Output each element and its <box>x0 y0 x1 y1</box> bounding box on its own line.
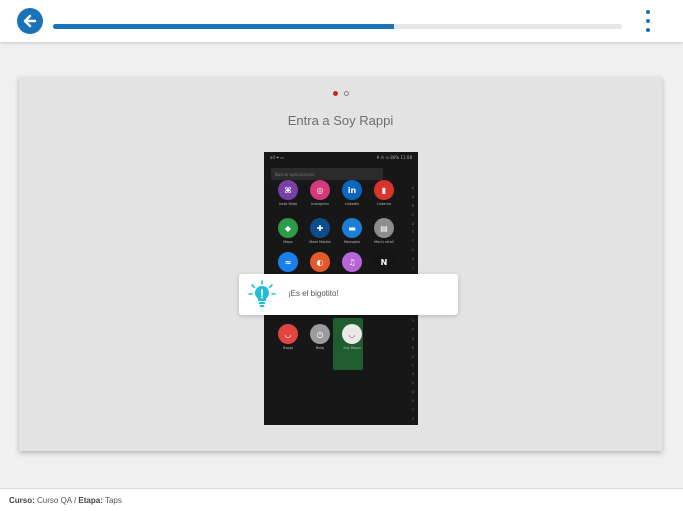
app-label: Linterna <box>376 202 392 206</box>
app-glyph-icon: ♫ <box>342 252 362 272</box>
app-icon-mensajes[interactable]: ▬ Mensajes <box>338 218 366 244</box>
app-glyph-icon: ▬ <box>342 218 362 238</box>
app-label: Meet Mobile <box>309 240 331 244</box>
stage-value: Taps <box>104 496 122 505</box>
alphabet-letter: U <box>411 372 415 377</box>
app-label: Instagram <box>311 202 329 206</box>
app-icon-linkedin[interactable]: in Linkedin <box>338 180 366 206</box>
app-glyph-icon: ✚ <box>310 218 330 238</box>
app-icon-meet-mobile[interactable]: ✚ Meet Mobile <box>306 218 334 244</box>
progress-bar-fill <box>53 24 395 29</box>
breadcrumb: Curso: Curso QA / Etapa: Taps <box>9 496 122 505</box>
app-label: Insta Moto <box>278 202 298 206</box>
alphabet-letter: O <box>411 319 415 324</box>
slide-title: Entra a Soy Rappi <box>287 113 394 128</box>
phone-status-bar: all ⏷ ▭ ¥ ⁂ ⊙ 80% 11:08 <box>264 152 418 163</box>
alphabet-letter: G <box>411 248 415 253</box>
app-glyph-icon: ▮ <box>374 180 394 200</box>
alphabet-letter: Y <box>411 407 415 412</box>
carousel-dot[interactable] <box>343 91 349 96</box>
status-right: ¥ ⁂ ⊙ 80% 11:08 <box>376 155 412 160</box>
app-glyph-icon: ▤ <box>374 218 394 238</box>
alphabet-letter: A <box>411 194 415 199</box>
back-button[interactable] <box>17 8 43 34</box>
footer: Curso: Curso QA / Etapa: Taps <box>0 488 683 511</box>
alphabet-letter: E <box>411 230 415 235</box>
alphabet-letter: H <box>411 257 415 261</box>
course-value: Curso QA <box>37 496 72 505</box>
app-glyph-icon: ◐ <box>310 252 330 272</box>
app-label: Reloj <box>315 346 325 350</box>
lightbulb-icon <box>248 280 276 307</box>
alphabet-letter: F <box>411 239 414 244</box>
tooltip-text: ¡Es el bigotito! <box>288 289 339 298</box>
app-icon-maps[interactable]: ◆ Maps <box>274 218 302 244</box>
status-left: all ⏷ ▭ <box>270 155 285 160</box>
app-icon-rappi[interactable]: ◡ Rappi <box>274 324 302 350</box>
app-glyph-icon: ◎ <box>310 180 330 200</box>
alphabet-letter: W <box>411 390 415 395</box>
alphabet-letter: C <box>411 212 415 217</box>
slide-card: Entra a Soy Rappi all ⏷ ▭ ¥ ⁂ ⊙ 80% 11:0… <box>19 77 662 451</box>
app-icon-insta-moto[interactable]: ⌘ Insta Moto <box>274 180 302 206</box>
app-glyph-icon: ◷ <box>310 324 330 344</box>
alphabet-letter: S <box>411 354 415 359</box>
alphabet-letter: X <box>411 399 415 403</box>
alphabet-letter: D <box>411 221 415 226</box>
app-label: Mensajes <box>343 240 361 244</box>
alphabet-letter: P <box>411 328 415 332</box>
phone-search-bar: Buscar aplicaciones <box>271 168 383 180</box>
alphabet-letter: V <box>411 381 415 386</box>
app-label: Rappi <box>283 346 293 350</box>
app-label: Soy Rappi <box>343 346 361 350</box>
app-icon-men-retail[interactable]: ▤ Menú retail <box>370 218 398 244</box>
app-glyph-icon: in <box>342 180 362 200</box>
alphabet-letter: R <box>411 345 415 350</box>
app-glyph-icon: ⌘ <box>278 180 298 200</box>
course-label: Curso: <box>9 496 35 505</box>
app-glyph-icon: N <box>374 252 394 272</box>
carousel-dots <box>19 91 662 96</box>
alphabet-letter: Q <box>411 336 415 341</box>
stage-label: Etapa: <box>78 496 103 505</box>
app-icon-linterna[interactable]: ▮ Linterna <box>370 180 398 206</box>
alphabet-letter: Z <box>411 416 415 421</box>
app-glyph-icon: ◡ <box>342 324 362 344</box>
alphabet-letter: T <box>411 363 415 368</box>
arrow-left-icon <box>23 14 37 28</box>
more-options-icon[interactable] <box>640 10 656 32</box>
alphabet-letter: # <box>411 186 415 190</box>
app-label: Maps <box>283 240 293 244</box>
app-label: Linkedin <box>344 202 360 206</box>
app-icon-reloj[interactable]: ◷ Reloj <box>306 324 334 350</box>
app-glyph-icon: ≈ <box>278 252 298 272</box>
app-icon-soy-rappi[interactable]: ◡ Soy Rappi <box>338 324 366 350</box>
alphabet-letter: B <box>411 203 415 208</box>
carousel-dot[interactable] <box>332 91 338 96</box>
app-glyph-icon: ◡ <box>278 324 298 344</box>
breadcrumb-separator: / <box>73 496 77 505</box>
app-icon-instagram[interactable]: ◎ Instagram <box>306 180 334 206</box>
phone-search-placeholder: Buscar aplicaciones <box>275 171 315 177</box>
alphabet-letter: I <box>412 265 414 270</box>
hint-tooltip: ¡Es el bigotito! <box>239 274 458 315</box>
progress-bar <box>53 24 622 29</box>
app-label: Menú retail <box>374 240 394 244</box>
app-glyph-icon: ◆ <box>278 218 298 238</box>
top-bar <box>0 0 683 42</box>
